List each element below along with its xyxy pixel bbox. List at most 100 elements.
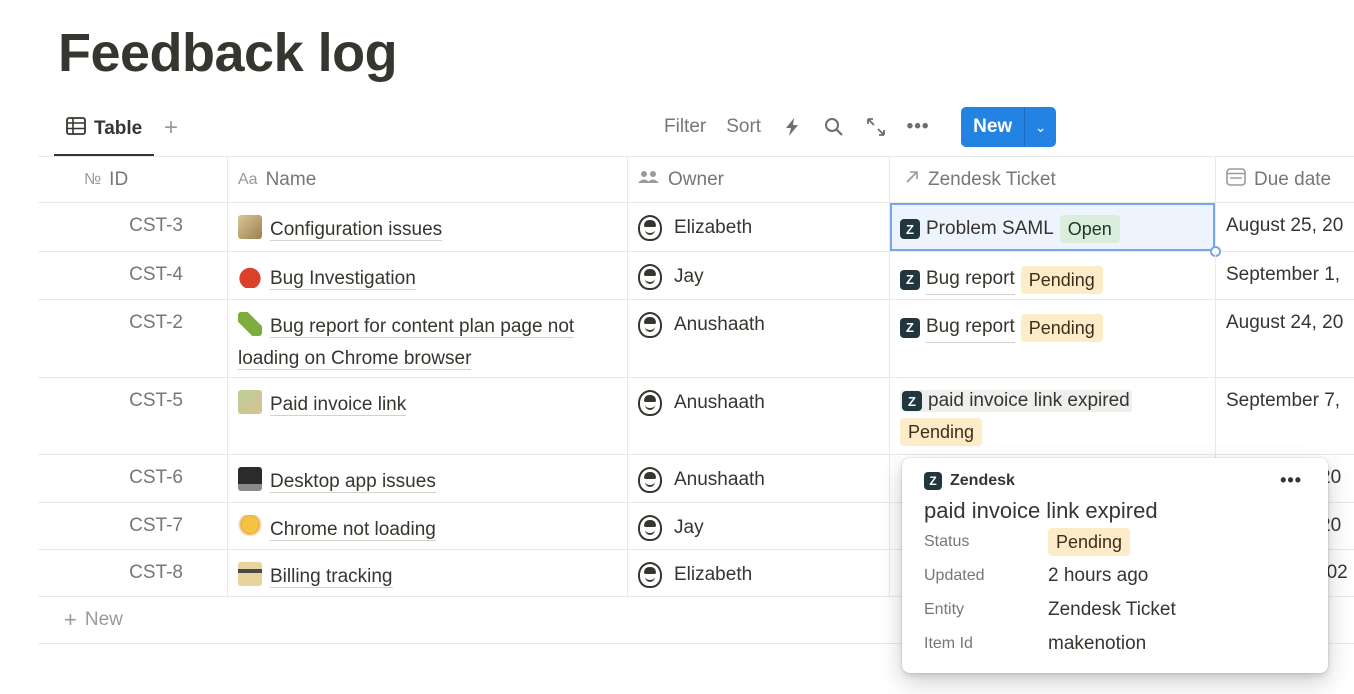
- gear-emoji-icon: [238, 215, 262, 239]
- row-due[interactable]: September 1,: [1216, 252, 1354, 299]
- owner-name: Anushaath: [674, 314, 765, 335]
- new-button[interactable]: New ⌄: [961, 107, 1057, 147]
- header-id-label: ID: [109, 168, 129, 190]
- row-id: CST-7: [38, 503, 228, 549]
- zendesk-icon: Z: [900, 219, 920, 239]
- row-owner[interactable]: Anushaath: [628, 455, 890, 502]
- tab-table-view[interactable]: Table: [54, 104, 155, 156]
- row-ticket[interactable]: Z Bug report Pending: [890, 300, 1216, 377]
- row-name-text[interactable]: Configuration issues: [270, 219, 443, 241]
- row-ticket-selected[interactable]: Z Problem SAML Open: [890, 203, 1221, 257]
- zendesk-icon: Z: [902, 391, 922, 411]
- row-owner[interactable]: Elizabeth: [628, 550, 890, 596]
- header-name[interactable]: Aa Name: [228, 157, 628, 202]
- table-row[interactable]: CST-3 Configuration issues Elizabeth Z P…: [38, 203, 1354, 257]
- more-options-icon[interactable]: •••: [1280, 470, 1302, 491]
- row-name[interactable]: Configuration issues: [228, 203, 628, 251]
- credit-card-emoji-icon: [238, 562, 262, 586]
- table-row[interactable]: CST-5 Paid invoice link Anushaath Z paid…: [38, 378, 1354, 455]
- new-button-label[interactable]: New: [961, 107, 1025, 147]
- row-owner[interactable]: Jay: [628, 252, 890, 299]
- row-due[interactable]: September 7,: [1216, 378, 1354, 454]
- row-id: CST-6: [38, 455, 228, 502]
- row-name-text[interactable]: Billing tracking: [270, 566, 393, 588]
- row-id: CST-2: [38, 300, 228, 377]
- avatar: [638, 390, 662, 416]
- owner-name: Elizabeth: [674, 564, 753, 585]
- header-id[interactable]: № ID: [38, 157, 228, 202]
- zendesk-icon: Z: [924, 472, 942, 490]
- plus-icon: +: [64, 607, 77, 632]
- filter-button[interactable]: Filter: [664, 116, 706, 138]
- page-title: Feedback log: [58, 23, 398, 83]
- row-name[interactable]: Bug report for content plan page not loa…: [228, 300, 628, 377]
- automation-bolt-icon[interactable]: [781, 116, 803, 138]
- owner-name: Jay: [674, 266, 704, 287]
- row-id: CST-5: [38, 378, 228, 454]
- sort-button[interactable]: Sort: [726, 116, 761, 138]
- row-id: CST-4: [38, 252, 228, 299]
- search-icon[interactable]: [823, 116, 845, 138]
- row-due[interactable]: August 25, 20: [1216, 203, 1354, 251]
- calendar-icon: [1226, 168, 1246, 191]
- text-icon: Aa: [238, 170, 258, 188]
- row-due[interactable]: August 24, 20: [1216, 300, 1354, 377]
- row-ticket[interactable]: Z paid invoice link expired Pending: [890, 378, 1216, 454]
- ticket-title[interactable]: Bug report: [926, 264, 1015, 295]
- add-view-button[interactable]: +: [164, 114, 178, 142]
- ticket-title[interactable]: Bug report: [926, 312, 1015, 343]
- status-badge: Open: [1059, 215, 1120, 243]
- row-name[interactable]: Billing tracking: [228, 550, 628, 596]
- database-toolbar: Table + Filter Sort ••• New ⌄: [38, 104, 1354, 156]
- avatar: [638, 215, 662, 241]
- ticket-title[interactable]: Problem SAML: [926, 218, 1054, 240]
- header-owner[interactable]: Owner: [628, 157, 890, 202]
- popup-status-key: Status: [924, 533, 970, 550]
- popup-updated-key: Updated: [924, 567, 985, 584]
- popup-source: Zendesk: [950, 472, 1015, 489]
- avatar: [638, 312, 662, 338]
- row-name-text[interactable]: Chrome not loading: [270, 519, 436, 541]
- row-name[interactable]: Bug Investigation: [228, 252, 628, 299]
- table-row[interactable]: CST-2 Bug report for content plan page n…: [38, 300, 1354, 378]
- row-name-text-line2[interactable]: loading on Chrome browser: [238, 348, 472, 370]
- avatar: [638, 515, 662, 541]
- table-header: № ID Aa Name Owner Zendesk Ticket Due da…: [38, 156, 1354, 203]
- row-name-text[interactable]: Paid invoice link: [270, 394, 407, 416]
- row-owner[interactable]: Anushaath: [628, 378, 890, 454]
- owner-name: Jay: [674, 517, 704, 538]
- header-due-date[interactable]: Due date: [1216, 157, 1354, 202]
- header-owner-label: Owner: [668, 168, 724, 190]
- zendesk-icon: Z: [900, 269, 920, 290]
- row-name-text[interactable]: Bug report for content plan page not: [270, 316, 575, 338]
- row-name-text[interactable]: Bug Investigation: [270, 268, 416, 290]
- more-options-icon[interactable]: •••: [907, 116, 929, 138]
- ticket-title[interactable]: paid invoice link expired: [928, 390, 1130, 412]
- popup-updated-value: 2 hours ago: [1048, 565, 1149, 586]
- row-owner[interactable]: Elizabeth: [628, 203, 890, 251]
- status-badge: Pending: [1020, 265, 1103, 294]
- popup-title[interactable]: paid invoice link expired: [924, 498, 1306, 524]
- expand-icon[interactable]: [865, 116, 887, 138]
- row-owner[interactable]: Jay: [628, 503, 890, 549]
- zendesk-icon: Z: [900, 317, 920, 338]
- row-name[interactable]: Chrome not loading: [228, 503, 628, 549]
- row-name[interactable]: Desktop app issues: [228, 455, 628, 502]
- header-ticket[interactable]: Zendesk Ticket: [890, 157, 1216, 202]
- row-name-text[interactable]: Desktop app issues: [270, 471, 436, 493]
- popup-item-id-key: Item Id: [924, 635, 973, 652]
- zendesk-preview-popup: Z Zendesk ••• paid invoice link expired …: [902, 458, 1328, 673]
- chevron-down-icon[interactable]: ⌄: [1024, 107, 1057, 147]
- arrow-up-right-icon: [904, 169, 920, 190]
- row-name[interactable]: Paid invoice link: [228, 378, 628, 454]
- popup-item-id-value: makenotion: [1048, 633, 1147, 654]
- table-row[interactable]: CST-4 Bug Investigation Jay Z Bug report…: [38, 252, 1354, 300]
- popup-entity-key: Entity: [924, 601, 965, 618]
- row-owner[interactable]: Anushaath: [628, 300, 890, 377]
- number-icon: №: [84, 170, 102, 188]
- avatar: [638, 467, 662, 493]
- owner-name: Anushaath: [674, 392, 765, 413]
- row-id: CST-8: [38, 550, 228, 596]
- avatar: [638, 264, 662, 290]
- row-ticket[interactable]: Z Bug report Pending: [890, 252, 1216, 299]
